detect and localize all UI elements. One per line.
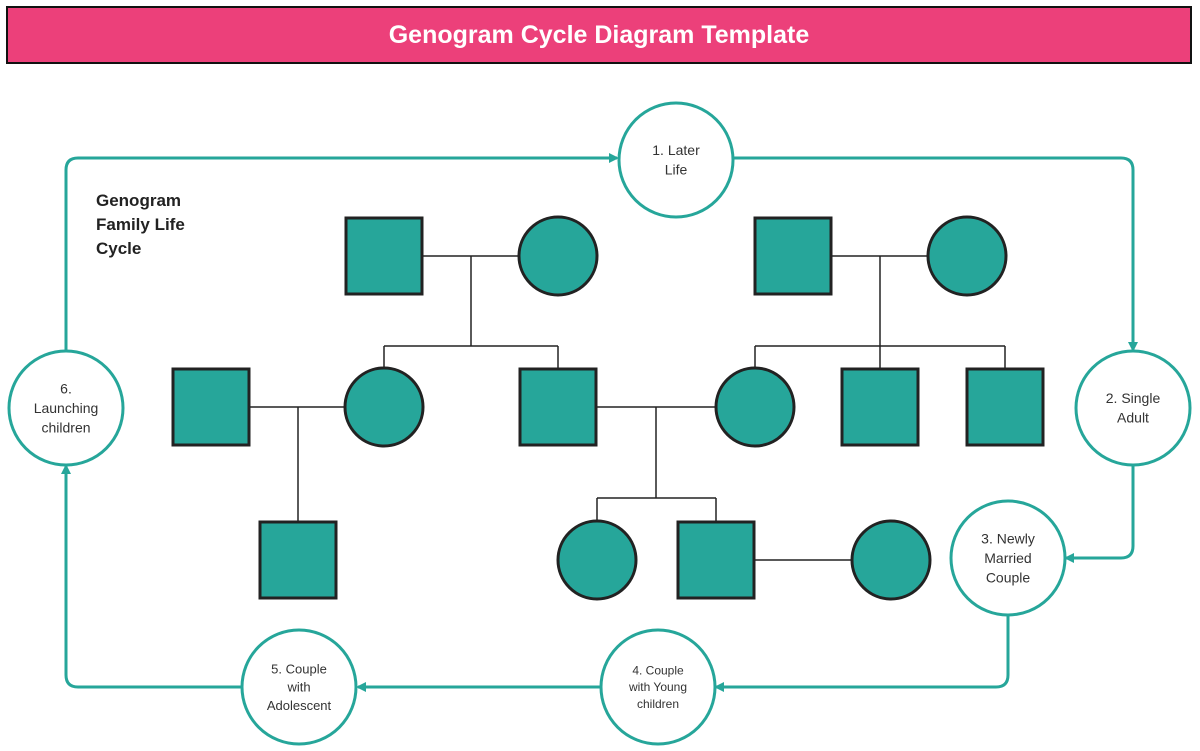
- connector-3-to-4: [714, 616, 1010, 692]
- male-square: [965, 367, 1045, 447]
- stage-label-line: 4. Couple: [632, 663, 684, 677]
- male-square: [171, 367, 251, 447]
- female-circle: [556, 519, 638, 601]
- stage-label-line: Married: [984, 550, 1031, 566]
- stage-label-line: Adolescent: [267, 698, 332, 713]
- stage-label-line: with: [286, 680, 310, 695]
- male-square: [840, 367, 920, 447]
- stage-label-line: children: [637, 697, 679, 711]
- side-label-line-2: Family Life: [96, 215, 185, 234]
- side-label-line-1: Genogram: [96, 191, 181, 210]
- female-circle: [517, 215, 599, 297]
- male-square: [258, 520, 338, 600]
- stage-label-line: Adult: [1117, 410, 1149, 426]
- female-circle: [926, 215, 1008, 297]
- stage-label-line: with Young: [628, 680, 687, 694]
- stage-couple-with-young-children: 4. Couple with Young children: [599, 628, 717, 746]
- male-square: [518, 367, 598, 447]
- side-label: Genogram Family Life Cycle: [96, 191, 190, 258]
- stage-launching-children: 6. Launching children: [7, 349, 125, 467]
- male-square: [676, 520, 756, 600]
- stage-label-line: 1. Later: [652, 142, 700, 158]
- stage-label-line: 3. Newly: [981, 530, 1035, 546]
- stage-label-line: 6.: [60, 380, 72, 396]
- stage-label-line: Life: [665, 162, 688, 178]
- stage-circle: [617, 101, 735, 219]
- stage-label-line: Launching: [34, 400, 99, 416]
- genogram-cycle-diagram: 1. Later Life 2. Single Adult 3. Newly Marrie…: [7, 101, 1192, 746]
- female-circle: [343, 366, 425, 448]
- stage-label-line: Couple: [986, 570, 1031, 586]
- stage-circle: [1074, 349, 1192, 467]
- connector-2-to-3: [1064, 466, 1135, 563]
- stage-label-line: children: [41, 420, 90, 436]
- side-label-line-3: Cycle: [96, 239, 141, 258]
- female-circle: [850, 519, 932, 601]
- male-square: [344, 216, 424, 296]
- stage-couple-with-adolescent: 5. Couple with Adolescent: [240, 628, 358, 746]
- male-square: [753, 216, 833, 296]
- female-circle: [714, 366, 796, 448]
- stage-single-adult: 2. Single Adult: [1074, 349, 1192, 467]
- stage-label-line: 2. Single: [1106, 390, 1161, 406]
- stage-later-life: 1. Later Life: [617, 101, 735, 219]
- stage-newly-married-couple: 3. Newly Married Couple: [949, 499, 1067, 617]
- stage-label-line: 5. Couple: [271, 661, 327, 676]
- connector-5-to-6: [61, 464, 241, 689]
